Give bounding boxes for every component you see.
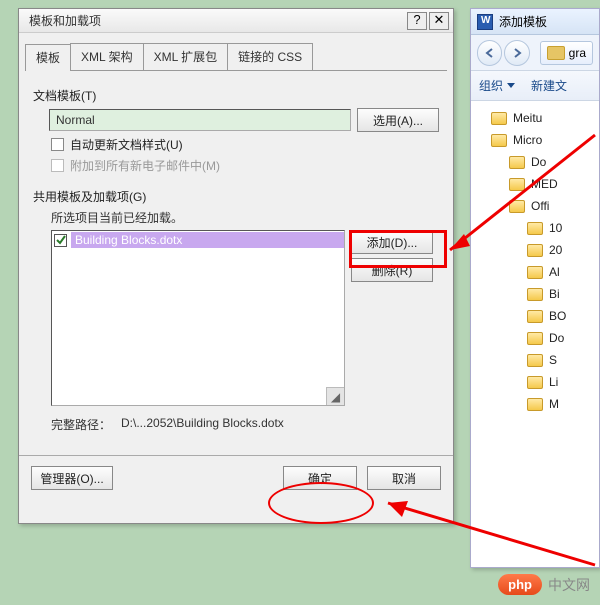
folder-icon: [527, 376, 543, 389]
toolbar: 组织 新建文: [471, 71, 599, 101]
back-button[interactable]: [477, 40, 502, 66]
tree-item[interactable]: BO: [527, 305, 595, 327]
folder-icon: [509, 178, 525, 191]
tab-templates[interactable]: 模板: [25, 44, 71, 71]
shared-templates-listbox[interactable]: Building Blocks.dotx ◢: [51, 230, 345, 406]
arrow-right-icon: [511, 47, 523, 59]
tab-xml-expansion[interactable]: XML 扩展包: [143, 43, 229, 70]
folder-icon: [527, 288, 543, 301]
watermark-text: 中文网: [548, 575, 590, 595]
tree-item[interactable]: Micro: [491, 129, 595, 151]
tree-item-label: Do: [531, 155, 546, 169]
tree-item[interactable]: 20: [527, 239, 595, 261]
folder-tree[interactable]: Meitu Micro Do MED Offi10 20 Al Bi BO Do S Li M: [471, 101, 599, 419]
add-template-title: 添加模板: [499, 13, 547, 30]
select-template-button[interactable]: 选用(A)...: [357, 108, 439, 132]
tab-strip: 模板 XML 架构 XML 扩展包 链接的 CSS: [25, 43, 447, 71]
folder-icon: [527, 354, 543, 367]
breadcrumb-label: gra: [569, 46, 586, 60]
tree-item[interactable]: Li: [527, 371, 595, 393]
shared-templates-label: 共用模板及加载项(G): [33, 188, 439, 205]
full-path-value: D:\...2052\Building Blocks.dotx: [121, 416, 284, 433]
tree-item[interactable]: Do: [509, 151, 595, 173]
auto-update-checkbox-row[interactable]: 自动更新文档样式(U): [51, 136, 439, 153]
folder-icon: [509, 200, 525, 213]
tab-xml-schema[interactable]: XML 架构: [70, 43, 144, 70]
tree-item-label: BO: [549, 309, 566, 323]
tree-item[interactable]: S: [527, 349, 595, 371]
list-item[interactable]: Building Blocks.dotx: [52, 231, 344, 249]
cancel-button[interactable]: 取消: [367, 466, 441, 490]
doc-template-input[interactable]: [49, 109, 351, 131]
folder-icon: [527, 266, 543, 279]
folder-icon: [491, 134, 507, 147]
doc-template-label: 文档模板(T): [33, 87, 439, 104]
tree-item-label: Bi: [549, 287, 560, 301]
dialog-content: 文档模板(T) 选用(A)... 自动更新文档样式(U) 附加到所有新电子邮件中…: [19, 71, 453, 441]
tree-item[interactable]: M: [527, 393, 595, 415]
tree-item[interactable]: Do: [527, 327, 595, 349]
tree-item-label: Offi: [531, 199, 549, 213]
tree-item-label: Meitu: [513, 111, 542, 125]
list-item-label: Building Blocks.dotx: [71, 232, 344, 248]
folder-icon: [527, 332, 543, 345]
tree-item-label: Do: [549, 331, 564, 345]
shared-sublabel: 所选项目当前已经加载。: [51, 209, 439, 226]
add-template-dialog: 添加模板 gra 组织 新建文 Meitu Micro Do MED Offi10 20 A…: [470, 8, 600, 568]
watermark: php 中文网: [498, 574, 590, 595]
tree-item-label: MED: [531, 177, 558, 191]
remove-button[interactable]: 删除(R): [351, 258, 433, 282]
arrow-left-icon: [484, 47, 496, 59]
full-path-label: 完整路径：: [51, 416, 111, 433]
checkbox-icon: [51, 159, 64, 172]
ok-button[interactable]: 确定: [283, 466, 357, 490]
tree-item[interactable]: Offi: [509, 195, 595, 217]
forward-button[interactable]: [504, 40, 529, 66]
tree-item-label: 20: [549, 243, 562, 257]
dialog-button-bar: 管理器(O)... 确定 取消: [19, 455, 453, 500]
tree-item-label: S: [549, 353, 557, 367]
tree-item-label: Micro: [513, 133, 542, 147]
nav-bar: gra: [471, 35, 599, 71]
organize-menu[interactable]: 组织: [479, 77, 515, 94]
tab-linked-css[interactable]: 链接的 CSS: [227, 43, 313, 70]
add-template-titlebar[interactable]: 添加模板: [471, 9, 599, 35]
folder-icon: [509, 156, 525, 169]
folder-icon: [527, 222, 543, 235]
dialog-title: 模板和加载项: [23, 12, 405, 29]
attach-mail-checkbox-row: 附加到所有新电子邮件中(M): [51, 157, 439, 174]
checkbox-icon: [51, 138, 64, 151]
word-icon: [477, 14, 493, 30]
tree-item-label: Al: [549, 265, 560, 279]
folder-icon: [527, 310, 543, 323]
watermark-badge: php: [498, 574, 542, 595]
tree-item[interactable]: Meitu: [491, 107, 595, 129]
scroll-handle-icon[interactable]: ◢: [326, 387, 344, 405]
tree-item[interactable]: Al: [527, 261, 595, 283]
auto-update-label: 自动更新文档样式(U): [70, 136, 183, 153]
close-button[interactable]: ✕: [429, 12, 449, 30]
attach-mail-label: 附加到所有新电子邮件中(M): [70, 157, 220, 174]
templates-addins-dialog: 模板和加载项 ? ✕ 模板 XML 架构 XML 扩展包 链接的 CSS 文档模…: [18, 8, 454, 524]
chevron-down-icon: [507, 83, 515, 88]
folder-icon: [491, 112, 507, 125]
tree-item[interactable]: Bi: [527, 283, 595, 305]
folder-icon: [547, 46, 565, 60]
tree-item-label: 10: [549, 221, 562, 235]
add-button[interactable]: 添加(D)...: [351, 230, 433, 254]
help-button[interactable]: ?: [407, 12, 427, 30]
folder-icon: [527, 398, 543, 411]
checked-icon[interactable]: [54, 234, 67, 247]
tree-item-label: Li: [549, 375, 558, 389]
breadcrumb[interactable]: gra: [540, 41, 593, 65]
tree-item[interactable]: 10: [527, 217, 595, 239]
manager-button[interactable]: 管理器(O)...: [31, 466, 113, 490]
tree-item-label: M: [549, 397, 559, 411]
new-folder-button[interactable]: 新建文: [531, 77, 567, 94]
folder-icon: [527, 244, 543, 257]
dialog-titlebar[interactable]: 模板和加载项 ? ✕: [19, 9, 453, 33]
tree-item[interactable]: MED: [509, 173, 595, 195]
